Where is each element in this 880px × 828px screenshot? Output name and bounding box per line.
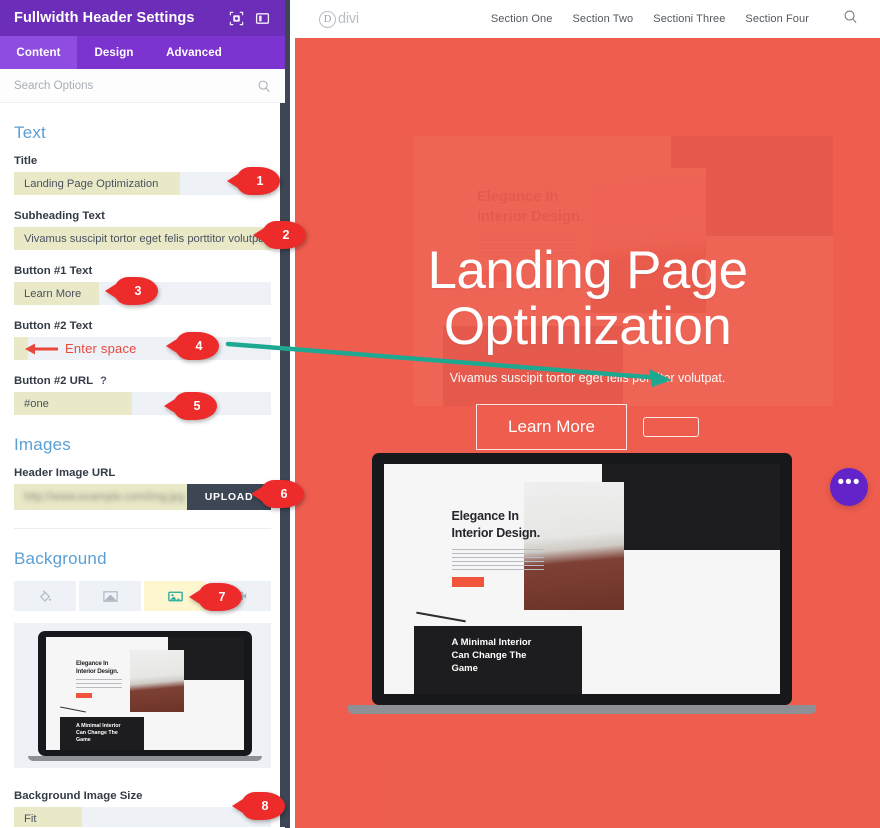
hero-title-line1: Landing Page xyxy=(427,241,749,300)
search-options-row xyxy=(0,69,285,103)
hero-subtitle: Vivamus suscipit tortor eget felis portt… xyxy=(449,371,726,386)
fullwidth-header-module: Elegance In Interior Design. Landing Pag… xyxy=(295,38,880,828)
hero-button-two-empty[interactable] xyxy=(642,417,699,438)
subheading-input-value: Vivamus suscipit tortor eget felis portt… xyxy=(24,232,265,245)
hero-button-one[interactable]: Learn More xyxy=(476,404,627,451)
layout-panel-icon[interactable] xyxy=(254,10,271,27)
section-title-background: Background xyxy=(14,549,107,568)
title-input-value: Landing Page Optimization xyxy=(24,177,159,190)
panel-title: Fullwidth Header Settings xyxy=(14,10,195,26)
module-settings-panel: Fullwidth Header Settings Content Design… xyxy=(0,0,290,828)
section-divider xyxy=(14,528,271,529)
nav-link-section-one[interactable]: Section One xyxy=(491,13,553,25)
field-button2-url: Button #2 URL ? #one xyxy=(14,375,271,415)
section-title-images: Images xyxy=(14,435,71,454)
badge-8: 8 xyxy=(241,792,285,820)
focus-icon[interactable] xyxy=(228,10,245,27)
field-subheading: Subheading Text Vivamus suscipit tortor … xyxy=(14,210,271,250)
header-image-url-value: http://www.example.com/img.jpg xyxy=(24,491,185,503)
screenshot-root: Fullwidth Header Settings Content Design… xyxy=(0,0,880,828)
field-header-image-url: Header Image URL http://www.example.com/… xyxy=(14,467,271,510)
enter-space-annotation: Enter space xyxy=(65,341,137,356)
button2-text-input[interactable]: Enter space xyxy=(14,337,271,360)
hero-laptop-image: Elegance In Interior Design. A Minimal I… xyxy=(347,453,828,748)
gradient-icon xyxy=(102,590,118,602)
tab-content[interactable]: Content xyxy=(0,36,77,69)
nav-links: Section One Section Two Sectioni Three S… xyxy=(491,9,858,29)
paint-bucket-icon xyxy=(39,590,51,602)
mock-banner-1: A Minimal Interior xyxy=(76,723,121,729)
site-preview: D divi Section One Section Two Sectioni … xyxy=(295,0,880,828)
field-button2-text: Button #2 Text Enter space xyxy=(14,320,271,360)
field-label-subheading: Subheading Text xyxy=(14,210,105,222)
panel-body[interactable]: Text Title Landing Page Optimization Sub… xyxy=(0,103,285,827)
mock-heading-1: Elegance In xyxy=(76,660,109,667)
field-label-button2-url: Button #2 URL ? xyxy=(14,375,271,387)
site-navbar: D divi Section One Section Two Sectioni … xyxy=(295,0,880,38)
badge-1: 1 xyxy=(236,167,280,195)
badge-3: 3 xyxy=(114,277,158,305)
mock-heading-2: Interior Design. xyxy=(76,668,119,675)
laptop-mockup-hero: Elegance In Interior Design. A Minimal I… xyxy=(347,453,828,748)
tab-advanced[interactable]: Advanced xyxy=(151,36,237,69)
field-label-header-image-url: Header Image URL xyxy=(14,467,116,479)
panel-scrollbar[interactable] xyxy=(280,103,285,827)
help-icon[interactable]: ? xyxy=(100,375,107,387)
laptop-mockup-thumb: Elegance In Interior Design. A Minimal I… xyxy=(14,623,271,768)
background-gradient-tab[interactable] xyxy=(79,581,141,611)
field-label-button2-text: Button #2 Text xyxy=(14,320,93,332)
button2-url-input[interactable]: #one xyxy=(14,392,271,415)
badge-6: 6 xyxy=(260,480,304,508)
badge-4: 4 xyxy=(175,332,219,360)
fab-dots-icon: ••• xyxy=(837,471,861,493)
divi-logo[interactable]: D divi xyxy=(319,10,359,28)
badge-5: 5 xyxy=(173,392,217,420)
nav-link-section-four[interactable]: Section Four xyxy=(745,13,809,25)
background-image-size-value: Fit xyxy=(24,812,37,825)
nav-link-section-three[interactable]: Sectioni Three xyxy=(653,13,725,25)
hero-title-line2: Optimization xyxy=(443,297,732,357)
mock-banner-2: Can Change The xyxy=(76,730,118,736)
hero-title: Landing Page Optimization xyxy=(295,241,880,357)
button1-text-input-value: Learn More xyxy=(24,287,82,300)
subheading-input[interactable]: Vivamus suscipit tortor eget felis portt… xyxy=(14,227,271,250)
panel-header: Fullwidth Header Settings xyxy=(0,0,285,36)
mock-banner-3: Game xyxy=(76,737,91,743)
button2-url-input-value: #one xyxy=(24,397,49,410)
header-image-url-input[interactable]: http://www.example.com/img.jpg xyxy=(14,484,187,510)
search-icon[interactable] xyxy=(257,79,271,93)
panel-tabs: Content Design Advanced xyxy=(0,36,285,69)
search-input[interactable] xyxy=(14,79,257,92)
enter-space-arrow-icon xyxy=(25,343,58,354)
field-label-button1-text: Button #1 Text xyxy=(14,265,93,277)
section-title-text: Text xyxy=(14,123,46,142)
badge-7: 7 xyxy=(198,583,242,611)
nav-search-icon[interactable] xyxy=(843,9,858,29)
background-color-tab[interactable] xyxy=(14,581,76,611)
field-label-title: Title xyxy=(14,155,38,167)
hero-buttons: Learn More xyxy=(295,404,880,451)
hero-content: Landing Page Optimization Vivamus suscip… xyxy=(295,241,880,451)
image-icon xyxy=(167,591,183,601)
divi-logo-mark: D xyxy=(319,10,336,28)
background-image-preview[interactable]: Elegance In Interior Design. A Minimal I… xyxy=(14,623,271,768)
tab-design[interactable]: Design xyxy=(77,36,151,69)
nav-link-section-two[interactable]: Section Two xyxy=(572,13,633,25)
divi-logo-word: divi xyxy=(338,11,359,27)
divi-floating-menu-button[interactable]: ••• xyxy=(830,468,868,506)
field-label-button2-url-text: Button #2 URL xyxy=(14,375,94,387)
badge-2: 2 xyxy=(262,221,306,249)
